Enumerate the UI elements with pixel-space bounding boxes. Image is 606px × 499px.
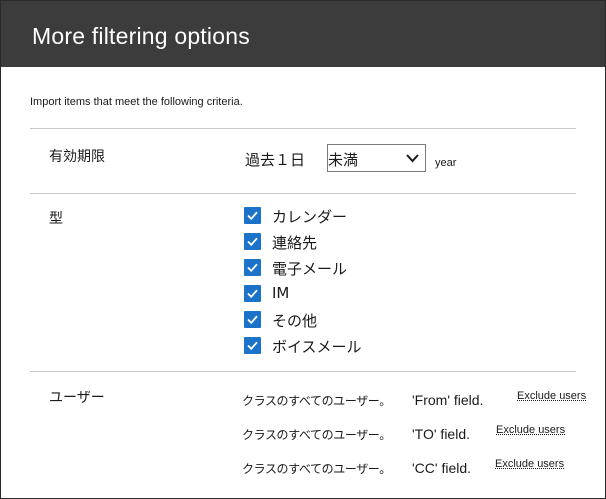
checkbox-checked[interactable] — [244, 233, 261, 250]
users-label: ユーザー — [49, 390, 105, 406]
user-filter-row: クラスのすべてのユーザー。 'CC' field. Exclude users — [242, 458, 602, 480]
checkbox-checked[interactable] — [244, 285, 261, 302]
checkbox-label: 連絡先 — [272, 234, 318, 252]
expiry-label: 有効期限 — [49, 149, 105, 165]
check-icon — [247, 211, 258, 221]
checkbox-contacts[interactable]: 連絡先 — [244, 231, 444, 252]
user-field-text: 'CC' field. — [412, 460, 472, 476]
type-label: 型 — [49, 211, 63, 227]
expiry-select[interactable]: 未満 — [327, 144, 426, 172]
checkbox-label: IM — [272, 284, 290, 302]
user-field-text: 'From' field. — [412, 392, 484, 408]
checkbox-voicemail[interactable]: ボイスメール — [244, 335, 444, 356]
checkbox-label: 電子メール — [272, 260, 348, 278]
chevron-down-icon — [406, 154, 419, 163]
checkbox-im[interactable]: IM — [244, 283, 444, 303]
check-icon — [247, 263, 258, 273]
expiry-select-value: 未満 — [328, 151, 359, 169]
user-filter-row: クラスのすべてのユーザー。 'From' field. Exclude user… — [242, 390, 602, 412]
checkbox-checked[interactable] — [244, 259, 261, 276]
check-icon — [247, 289, 258, 299]
divider — [30, 193, 576, 194]
checkbox-email[interactable]: 電子メール — [244, 257, 444, 278]
checkbox-label: ボイスメール — [272, 338, 362, 356]
exclude-users-link[interactable]: Exclude users — [495, 458, 564, 470]
checkbox-checked[interactable] — [244, 207, 261, 224]
divider — [30, 128, 576, 129]
expiry-unit: year — [435, 157, 457, 169]
dialog-title: More filtering options — [32, 23, 250, 49]
check-icon — [247, 341, 258, 351]
exclude-users-link[interactable]: Exclude users — [496, 424, 565, 436]
checkbox-label: カレンダー — [272, 208, 348, 226]
intro-text: Import items that meet the following cri… — [30, 96, 243, 108]
dialog-header: More filtering options — [1, 1, 605, 67]
checkbox-other[interactable]: その他 — [244, 309, 444, 330]
user-filter-row: クラスのすべてのユーザー。 'TO' field. Exclude users — [242, 424, 602, 446]
filter-options-dialog: More filtering options Import items that… — [0, 0, 606, 499]
user-scope-text: クラスのすべてのユーザー。 — [242, 394, 391, 408]
divider — [30, 371, 576, 372]
checkbox-checked[interactable] — [244, 337, 261, 354]
check-icon — [247, 315, 258, 325]
user-field-text: 'TO' field. — [412, 426, 470, 442]
checkbox-label: その他 — [272, 312, 318, 330]
checkbox-calendar[interactable]: カレンダー — [244, 205, 444, 226]
checkbox-checked[interactable] — [244, 311, 261, 328]
expiry-prefix: 過去１日 — [245, 151, 306, 169]
exclude-users-link[interactable]: Exclude users — [517, 390, 586, 402]
user-scope-text: クラスのすべてのユーザー。 — [242, 428, 391, 442]
check-icon — [247, 237, 258, 247]
user-scope-text: クラスのすべてのユーザー。 — [242, 462, 391, 476]
